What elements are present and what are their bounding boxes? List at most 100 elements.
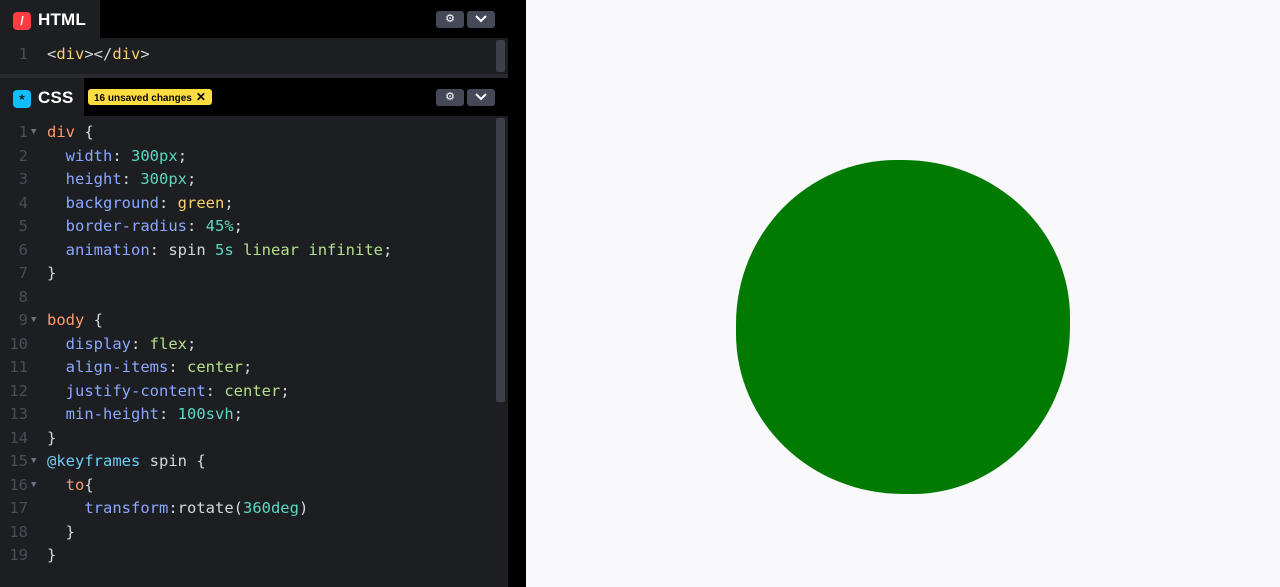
fold-toggle-icon[interactable]: ▼ bbox=[31, 309, 36, 333]
code-text: div { bbox=[47, 121, 94, 145]
pane-resizer[interactable] bbox=[508, 0, 526, 587]
code-token: :rotate( bbox=[168, 499, 243, 517]
code-line[interactable]: 17 transform:rotate(360deg) bbox=[0, 497, 494, 521]
code-token: ; bbox=[177, 146, 188, 165]
code-text: body { bbox=[47, 309, 103, 333]
code-line[interactable]: 13 min-height: 100svh; bbox=[0, 403, 494, 427]
html-settings-button[interactable]: ⚙ bbox=[436, 11, 464, 28]
css-editor-scrollbar[interactable] bbox=[496, 118, 505, 402]
code-text: height: 300px; bbox=[47, 168, 197, 192]
code-token: spin { bbox=[140, 452, 206, 470]
code-token: flex bbox=[149, 334, 187, 353]
code-token: < bbox=[47, 45, 57, 63]
code-line[interactable]: 8 bbox=[0, 286, 494, 310]
line-number: 6 bbox=[18, 240, 28, 259]
fold-toggle-icon[interactable]: ▼ bbox=[31, 450, 36, 474]
code-line[interactable]: 1 <div></div> bbox=[0, 43, 494, 67]
line-number: 13 bbox=[9, 405, 28, 423]
code-line[interactable]: 5 border-radius: 45%; bbox=[0, 215, 494, 239]
code-token: display bbox=[65, 334, 131, 353]
html-code-editor[interactable]: 1 <div></div> bbox=[0, 38, 494, 74]
code-line[interactable]: 14} bbox=[0, 427, 494, 451]
line-number: 8 bbox=[18, 287, 28, 306]
line-number: 18 bbox=[9, 522, 28, 541]
code-token: center bbox=[187, 358, 243, 376]
code-line[interactable]: 10 display: flex; bbox=[0, 333, 494, 357]
css-icon: * bbox=[13, 90, 31, 108]
code-token: 5s bbox=[215, 240, 234, 259]
code-token: div bbox=[112, 45, 141, 63]
code-line[interactable]: 3 height: 300px; bbox=[0, 168, 494, 192]
code-line[interactable]: 11 align-items: center; bbox=[0, 356, 494, 380]
gear-icon: ⚙ bbox=[445, 91, 455, 103]
code-line[interactable]: 9 ▼ body { bbox=[0, 309, 494, 333]
code-token: body bbox=[47, 311, 85, 329]
code-token: div bbox=[56, 45, 85, 63]
code-line[interactable]: 6 animation: spin 5s linear infinite; bbox=[0, 239, 494, 263]
line-number: 4 bbox=[18, 193, 28, 212]
code-line[interactable]: 19} bbox=[0, 544, 494, 568]
html-tab-title: HTML bbox=[38, 10, 87, 29]
line-number: 11 bbox=[9, 358, 28, 376]
code-token: width bbox=[65, 146, 113, 165]
code-token: to bbox=[65, 475, 85, 494]
chevron-down-icon bbox=[475, 93, 487, 101]
html-tab[interactable]: / HTML bbox=[0, 0, 100, 38]
code-token: { bbox=[84, 475, 94, 494]
code-token: : bbox=[187, 217, 206, 235]
spinning-green-shape bbox=[736, 160, 1070, 494]
code-text: min-height: 100svh; bbox=[47, 403, 243, 427]
css-collapse-button[interactable] bbox=[467, 89, 495, 106]
line-number: 19 bbox=[9, 546, 28, 564]
line-number: 1 bbox=[18, 123, 28, 141]
code-token: infinite bbox=[308, 240, 384, 259]
close-icon[interactable]: ✕ bbox=[196, 90, 206, 104]
code-line[interactable]: 16 ▼ to{ bbox=[0, 474, 494, 498]
code-token: justify-content bbox=[65, 381, 206, 400]
code-text: } bbox=[47, 427, 56, 451]
code-token: > bbox=[140, 45, 150, 63]
code-text: align-items: center; bbox=[47, 356, 253, 380]
code-text: transform:rotate(360deg) bbox=[47, 497, 308, 521]
line-number: 7 bbox=[18, 264, 28, 282]
chevron-down-icon bbox=[475, 15, 487, 23]
code-token: } bbox=[47, 546, 57, 564]
html-editor-scrollbar[interactable] bbox=[496, 40, 505, 72]
code-line[interactable]: 7} bbox=[0, 262, 494, 286]
code-line[interactable]: 2 width: 300px; bbox=[0, 145, 494, 169]
code-token: } bbox=[47, 522, 75, 541]
code-token: height bbox=[65, 170, 122, 188]
css-settings-button[interactable]: ⚙ bbox=[436, 89, 464, 106]
code-text: border-radius: 45%; bbox=[47, 215, 243, 239]
code-token: : spin bbox=[149, 240, 215, 259]
code-text: background: green; bbox=[47, 192, 234, 216]
code-token: ; bbox=[233, 217, 244, 235]
code-token: ; bbox=[224, 193, 234, 212]
code-token: linear bbox=[243, 240, 300, 259]
code-token: } bbox=[47, 428, 57, 447]
code-line[interactable]: 12 justify-content: center; bbox=[0, 380, 494, 404]
unsaved-changes-badge[interactable]: 16 unsaved changes ✕ bbox=[88, 89, 212, 105]
css-tab[interactable]: * CSS bbox=[0, 78, 84, 116]
css-panel-header: * CSS ⚙ bbox=[0, 78, 508, 116]
code-token: ></ bbox=[84, 45, 113, 63]
code-line[interactable]: 4 background: green; bbox=[0, 192, 494, 216]
code-token: : bbox=[131, 334, 150, 353]
code-line[interactable]: 15 ▼ @keyframes spin { bbox=[0, 450, 494, 474]
code-token: { bbox=[84, 311, 103, 329]
code-line[interactable]: 18 } bbox=[0, 521, 494, 545]
fold-toggle-icon[interactable]: ▼ bbox=[31, 474, 36, 498]
css-code-editor[interactable]: 1 ▼ div {2 width: 300px; 3 height: 300px; 4 … bbox=[0, 116, 494, 587]
css-tab-title: CSS bbox=[38, 88, 74, 107]
code-token: 300px bbox=[131, 146, 178, 165]
html-collapse-button[interactable] bbox=[467, 11, 495, 28]
code-token: center bbox=[224, 381, 281, 400]
code-line[interactable]: 1 ▼ div { bbox=[0, 121, 494, 145]
code-token: ; bbox=[187, 170, 197, 188]
code-token: ; bbox=[243, 358, 253, 376]
code-token: { bbox=[75, 123, 94, 141]
fold-toggle-icon[interactable]: ▼ bbox=[31, 121, 36, 145]
